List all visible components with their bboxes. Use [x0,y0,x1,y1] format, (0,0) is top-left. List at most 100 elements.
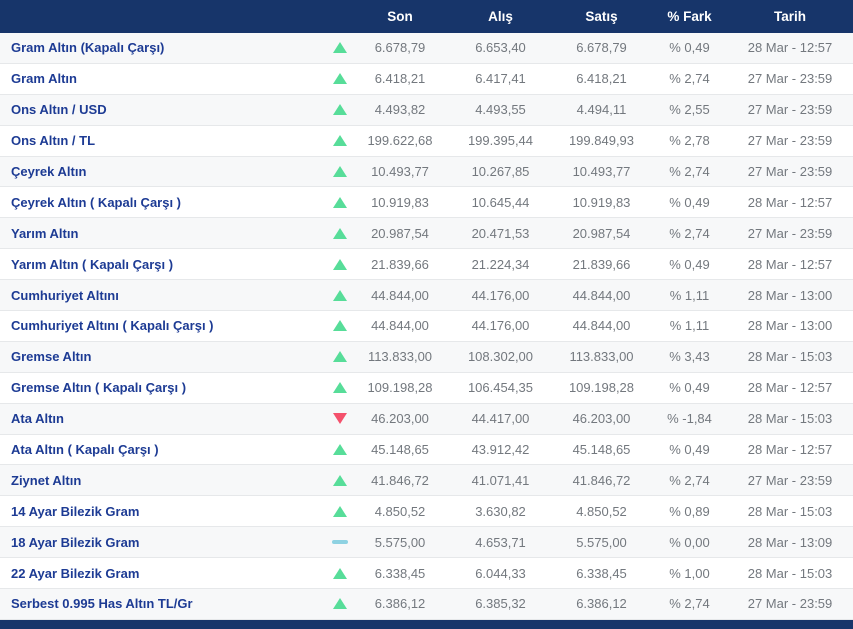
table-row[interactable]: Çeyrek Altın 10.493,77 10.267,85 10.493,… [0,156,853,188]
tarih-value: 28 Mar - 15:03 [747,565,833,581]
alis-value: 20.471,53 [471,225,530,241]
up-arrow-icon [333,382,347,394]
instrument-name[interactable]: 18 Ayar Bilezik Gram [0,535,330,550]
trend-cell [330,166,350,177]
instrument-name[interactable]: Ziynet Altın [0,473,330,488]
son-value: 44.844,00 [371,287,429,303]
instrument-name[interactable]: Cumhuriyet Altını ( Kapalı Çarşı ) [0,318,330,333]
son-value: 6.418,21 [374,71,426,87]
satis-value: 41.846,72 [572,472,631,488]
satis-value: 45.148,65 [572,442,631,458]
instrument-name[interactable]: Çeyrek Altın [0,164,330,179]
fark-value: % 2,55 [669,102,710,118]
son-value: 10.919,83 [371,194,429,210]
table-row[interactable]: Ons Altın / TL 199.622,68 199.395,44 199… [0,125,853,157]
satis-value: 5.575,00 [576,534,627,550]
trend-cell [330,444,350,456]
son-value: 4.493,82 [374,102,426,118]
up-arrow-icon [333,444,347,456]
son-value: 44.844,00 [371,318,429,334]
tarih-value: 28 Mar - 13:09 [747,534,833,550]
header-satis: Satış [585,9,618,24]
trend-cell [330,104,350,116]
table-row[interactable]: 22 Ayar Bilezik Gram 6.338,45 6.044,33 6… [0,558,853,590]
son-value: 113.833,00 [367,349,433,365]
trend-cell [330,227,350,239]
son-value: 6.338,45 [374,565,426,581]
table-row[interactable]: Gremse Altın 113.833,00 108.302,00 113.8… [0,341,853,373]
up-arrow-icon [333,135,347,147]
fark-value: % 2,74 [669,164,710,179]
trend-cell [330,320,350,332]
trend-cell [330,289,350,301]
instrument-name[interactable]: Cumhuriyet Altını [0,288,330,303]
up-arrow-icon [333,258,347,270]
alis-value: 44.417,00 [471,411,530,427]
table-row[interactable]: Gram Altın 6.418,21 6.417,41 6.418,21 % … [0,63,853,95]
table-row[interactable]: 18 Ayar Bilezik Gram 5.575,00 4.653,71 5… [0,527,853,559]
instrument-name[interactable]: Gremse Altın ( Kapalı Çarşı ) [0,380,330,395]
fark-value: % 0,00 [669,534,710,550]
table-row[interactable]: Ata Altın 46.203,00 44.417,00 46.203,00 … [0,403,853,435]
up-arrow-icon [333,166,347,177]
table-row[interactable]: Ons Altın / USD 4.493,82 4.493,55 4.494,… [0,94,853,126]
instrument-name[interactable]: Gram Altın [0,71,330,86]
instrument-name[interactable]: Çeyrek Altın ( Kapalı Çarşı ) [0,195,330,210]
fark-value: % 2,74 [669,472,710,488]
instrument-name[interactable]: Yarım Altın [0,226,330,241]
instrument-name[interactable]: 22 Ayar Bilezik Gram [0,566,330,581]
satis-value: 4.494,11 [576,102,627,118]
satis-value: 46.203,00 [572,411,631,427]
instrument-name[interactable]: Yarım Altın ( Kapalı Çarşı ) [0,257,330,272]
trend-cell [330,351,350,363]
footer-bar [0,620,853,629]
satis-value: 21.839,66 [572,256,631,272]
table-row[interactable]: 14 Ayar Bilezik Gram 4.850,52 3.630,82 4… [0,496,853,528]
alis-value: 43.912,42 [471,442,530,458]
table-row[interactable]: Serbest 0.995 Has Altın TL/Gr 6.386,12 6… [0,589,853,620]
fark-value: % 2,74 [669,225,710,241]
tarih-value: 27 Mar - 23:59 [747,71,833,87]
header-fark: % Fark [667,9,712,24]
tarih-value: 27 Mar - 23:59 [747,225,833,241]
instrument-name[interactable]: Ons Altın / USD [0,102,330,117]
fark-value: % 0,49 [669,40,710,56]
satis-value: 6.418,21 [576,71,627,87]
table-row[interactable]: Ata Altın ( Kapalı Çarşı ) 45.148,65 43.… [0,434,853,466]
satis-value: 6.338,45 [576,565,627,581]
satis-value: 113.833,00 [569,349,634,365]
trend-cell [330,382,350,394]
satis-value: 10.493,77 [572,164,631,179]
header-tarih: Tarih [773,9,806,24]
table-row[interactable]: Yarım Altın 20.987,54 20.471,53 20.987,5… [0,218,853,250]
alis-value: 108.302,00 [467,349,534,365]
table-row[interactable]: Ziynet Altın 41.846,72 41.071,41 41.846,… [0,465,853,497]
son-value: 199.622,68 [367,133,433,149]
up-arrow-icon [333,567,347,579]
alis-value: 106.454,35 [467,380,534,396]
instrument-name[interactable]: Serbest 0.995 Has Altın TL/Gr [0,596,330,611]
instrument-name[interactable]: 14 Ayar Bilezik Gram [0,504,330,519]
instrument-name[interactable]: Ata Altın [0,411,330,426]
satis-value: 6.678,79 [576,40,627,56]
table-row[interactable]: Gram Altın (Kapalı Çarşı) 6.678,79 6.653… [0,33,853,64]
instrument-name[interactable]: Ons Altın / TL [0,133,330,148]
instrument-name[interactable]: Gram Altın (Kapalı Çarşı) [0,40,330,55]
instrument-name[interactable]: Gremse Altın [0,349,330,364]
son-value: 20.987,54 [371,225,429,241]
trend-cell [330,598,350,610]
gold-prices-table: Son Alış Satış % Fark Tarih Gram Altın (… [0,0,853,629]
table-row[interactable]: Yarım Altın ( Kapalı Çarşı ) 21.839,66 2… [0,249,853,281]
alis-value: 10.645,44 [471,194,530,210]
table-row[interactable]: Çeyrek Altın ( Kapalı Çarşı ) 10.919,83 … [0,187,853,219]
alis-value: 4.653,71 [475,534,526,550]
header-alis: Alış [488,9,513,24]
fark-value: % 0,49 [669,442,710,458]
up-arrow-icon [333,73,347,85]
alis-value: 6.385,32 [475,596,526,612]
table-row[interactable]: Cumhuriyet Altını 44.844,00 44.176,00 44… [0,280,853,312]
table-row[interactable]: Cumhuriyet Altını ( Kapalı Çarşı ) 44.84… [0,311,853,342]
alis-value: 6.044,33 [475,565,526,581]
table-row[interactable]: Gremse Altın ( Kapalı Çarşı ) 109.198,28… [0,372,853,404]
instrument-name[interactable]: Ata Altın ( Kapalı Çarşı ) [0,442,330,457]
